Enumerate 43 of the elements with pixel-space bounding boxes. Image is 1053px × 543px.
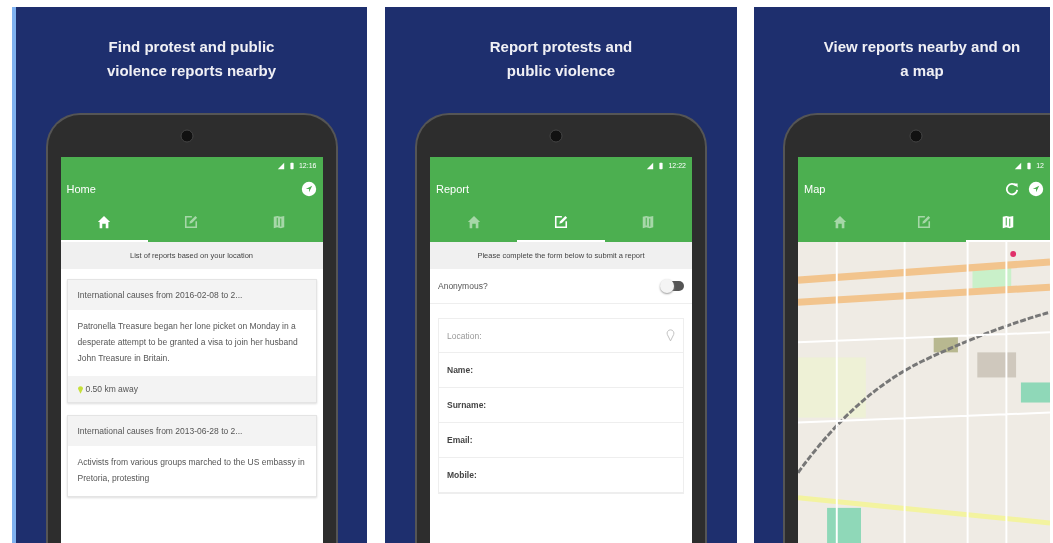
report-title: International causes from 2016-02-08 to 2... <box>67 280 316 310</box>
home-icon <box>833 215 847 229</box>
edit-icon <box>554 215 568 229</box>
navigation-icon[interactable] <box>1028 181 1044 197</box>
input-field[interactable]: Surname: <box>439 388 683 423</box>
anonymous-label: Anonymous? <box>438 281 488 291</box>
report-text: Activists from various groups marched to the US embassy in Pretoria, protesting <box>76 456 306 485</box>
location-placeholder: Location: <box>447 330 482 341</box>
map-icon <box>641 215 656 229</box>
promo-caption: Find protest and public violence reports nearby <box>105 37 278 81</box>
report-text: Patronella Treasure began her lone picket on Monday in a desperate attempt to be granted a visa to join her husband John Treasure in Britain. <box>76 320 299 365</box>
home-icon <box>466 215 481 229</box>
report-card[interactable]: International causes from 2013-06-28 to 2... Activists from various groups marched to the US embassy in Pretoria, protesting <box>66 415 317 497</box>
signal-icon <box>646 161 655 170</box>
home-icon <box>97 215 112 229</box>
battery-icon <box>287 161 296 170</box>
edit-icon <box>917 215 931 229</box>
promo-caption: Report protests and public violence <box>488 37 634 81</box>
screen-title: Map <box>804 183 826 195</box>
pin-icon <box>77 384 83 394</box>
navigation-icon[interactable] <box>300 181 317 197</box>
map-icon <box>271 215 286 229</box>
camera-icon <box>909 129 923 143</box>
battery-icon <box>1025 161 1034 170</box>
input-field[interactable]: Mobile: <box>439 458 683 493</box>
input-field[interactable]: Name: <box>439 353 683 388</box>
input-field[interactable]: Email: <box>439 423 683 458</box>
map-icon <box>1001 215 1015 229</box>
camera-icon <box>179 129 194 143</box>
map-drawing[interactable] <box>798 242 1050 543</box>
screen-title: Report <box>436 183 470 195</box>
anonymous-toggle[interactable] <box>662 281 684 291</box>
pin-icon <box>666 329 675 342</box>
report-title: International causes from 2013-06-28 to 2... <box>67 416 316 446</box>
screen-title: Home <box>66 183 96 195</box>
camera-icon <box>549 129 563 143</box>
signal-icon <box>1014 161 1023 170</box>
signal-icon <box>276 161 285 170</box>
report-card[interactable]: International causes from 2016-02-08 to 2... Patronella Treasure began her lone picket on Monday in a desperate attempt to be granted a visa to join her husband John Treasure in Britain. 0.50 km away <box>66 279 317 403</box>
edit-icon <box>184 215 199 229</box>
report-distance: 0.50 km away <box>85 384 138 394</box>
promo-caption: View reports nearby and on a map <box>822 37 1022 81</box>
refresh-icon[interactable] <box>1004 181 1020 197</box>
